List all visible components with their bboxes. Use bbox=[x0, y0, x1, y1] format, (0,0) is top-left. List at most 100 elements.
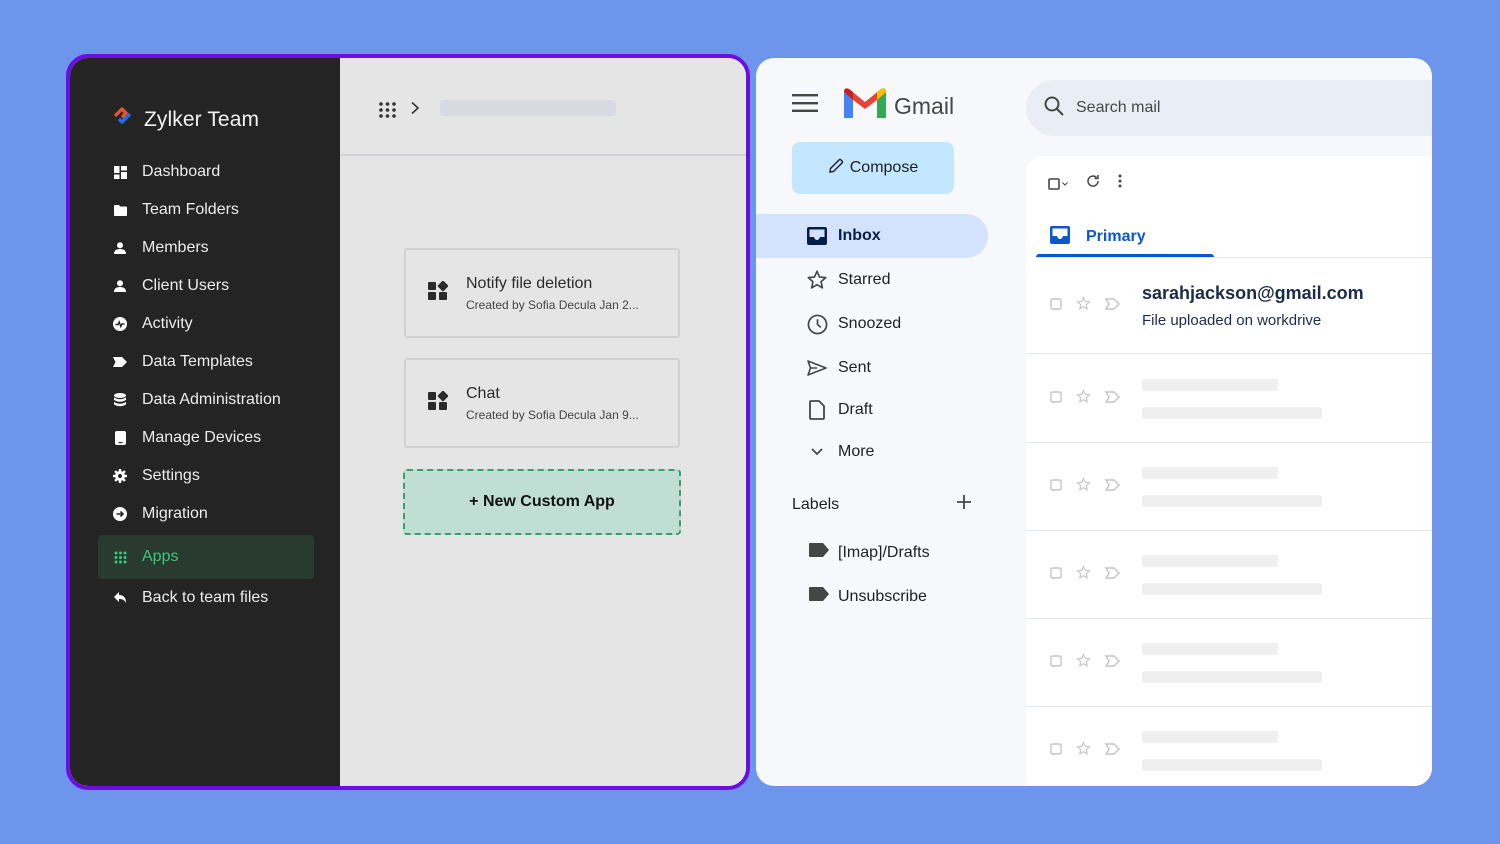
row-checkbox[interactable] bbox=[1050, 566, 1062, 584]
device-icon bbox=[112, 430, 128, 446]
zylker-logo-icon bbox=[112, 106, 134, 133]
star-icon[interactable] bbox=[1076, 652, 1091, 673]
sidebar-item-team-folders[interactable]: Team Folders bbox=[98, 191, 314, 229]
importance-icon[interactable] bbox=[1104, 478, 1120, 496]
app-card[interactable]: Notify file deletion Created by Sofia De… bbox=[404, 248, 680, 338]
person-icon bbox=[112, 240, 128, 256]
email-row-placeholder[interactable] bbox=[1026, 619, 1432, 707]
row-checkbox[interactable] bbox=[1050, 297, 1062, 315]
sidebar-item-back-to-team-files[interactable]: Back to team files bbox=[98, 579, 314, 617]
app-title: Chat bbox=[466, 384, 500, 402]
refresh-icon[interactable] bbox=[1086, 174, 1100, 193]
nav-label: Starred bbox=[838, 271, 891, 288]
draft-icon bbox=[806, 399, 828, 421]
nav-starred[interactable]: Starred bbox=[756, 258, 988, 302]
sidebar-item-label: Manage Devices bbox=[142, 429, 262, 446]
importance-icon[interactable] bbox=[1104, 742, 1120, 760]
placeholder-line bbox=[1142, 582, 1322, 595]
sidebar-item-migration[interactable]: Migration bbox=[98, 495, 314, 533]
sidebar-item-apps[interactable]: Apps bbox=[98, 535, 314, 579]
compose-button[interactable]: Compose bbox=[792, 142, 954, 194]
select-all-checkbox[interactable] bbox=[1048, 177, 1068, 190]
placeholder-line bbox=[1142, 494, 1322, 507]
star-icon bbox=[806, 269, 828, 291]
search-icon[interactable] bbox=[1044, 96, 1064, 121]
gmail-window: Gmail Compose Inbox Starred Snoozed Sent… bbox=[756, 58, 1432, 786]
nav-more[interactable]: More bbox=[756, 430, 988, 474]
more-vert-icon[interactable] bbox=[1118, 174, 1122, 193]
row-checkbox[interactable] bbox=[1050, 478, 1062, 496]
importance-icon[interactable] bbox=[1104, 566, 1120, 584]
tab-primary[interactable]: Primary bbox=[1036, 216, 1214, 258]
sidebar-item-data-administration[interactable]: Data Administration bbox=[98, 381, 314, 419]
activity-icon bbox=[112, 316, 128, 332]
sidebar-item-members[interactable]: Members bbox=[98, 229, 314, 267]
search-input[interactable] bbox=[1076, 99, 1376, 117]
label-item[interactable]: [Imap]/Drafts bbox=[808, 542, 930, 563]
nav-inbox[interactable]: Inbox bbox=[756, 214, 988, 258]
gear-icon bbox=[112, 468, 128, 484]
workdrive-nav: Dashboard Team Folders Members Client Us… bbox=[98, 153, 314, 617]
app-subtitle: Created by Sofia Decula Jan 2... bbox=[466, 297, 639, 312]
sidebar-item-label: Settings bbox=[142, 467, 200, 484]
importance-icon[interactable] bbox=[1104, 654, 1120, 672]
importance-icon[interactable] bbox=[1104, 297, 1120, 315]
sidebar-item-dashboard[interactable]: Dashboard bbox=[98, 153, 314, 191]
row-checkbox[interactable] bbox=[1050, 390, 1062, 408]
placeholder-line bbox=[1142, 466, 1278, 479]
sidebar-item-label: Dashboard bbox=[142, 163, 221, 180]
placeholder-line bbox=[1142, 642, 1278, 655]
email-subject: File uploaded on workdrive bbox=[1142, 311, 1322, 329]
clock-icon bbox=[806, 313, 828, 335]
row-checkbox[interactable] bbox=[1050, 654, 1062, 672]
menu-icon[interactable] bbox=[792, 94, 818, 117]
placeholder-line bbox=[1142, 378, 1278, 391]
add-label-icon[interactable] bbox=[956, 494, 972, 515]
sidebar-item-data-templates[interactable]: Data Templates bbox=[98, 343, 314, 381]
star-icon[interactable] bbox=[1076, 564, 1091, 585]
nav-sent[interactable]: Sent bbox=[756, 346, 988, 390]
sidebar-item-manage-devices[interactable]: Manage Devices bbox=[98, 419, 314, 457]
nav-label: Snoozed bbox=[838, 315, 902, 332]
nav-label: More bbox=[838, 443, 875, 460]
sidebar-item-label: Migration bbox=[142, 505, 208, 522]
sidebar-item-client-users[interactable]: Client Users bbox=[98, 267, 314, 305]
star-icon[interactable] bbox=[1076, 388, 1091, 409]
app-card[interactable]: Chat Created by Sofia Decula Jan 9... bbox=[404, 358, 680, 448]
importance-icon[interactable] bbox=[1104, 390, 1120, 408]
label-tag-icon bbox=[808, 586, 830, 607]
placeholder-line bbox=[1142, 759, 1322, 771]
placeholder-line bbox=[1142, 406, 1322, 419]
gmail-logo[interactable]: Gmail bbox=[844, 88, 954, 125]
workdrive-topbar bbox=[340, 58, 746, 156]
new-custom-app-button[interactable]: + New Custom App bbox=[403, 469, 681, 535]
search-bar[interactable] bbox=[1026, 80, 1432, 136]
placeholder-line bbox=[1142, 731, 1278, 743]
brand-title: Zylker Team bbox=[144, 107, 260, 131]
sidebar-item-settings[interactable]: Settings bbox=[98, 457, 314, 495]
sidebar-item-label: Back to team files bbox=[142, 589, 269, 606]
gmail-logo-text: Gmail bbox=[894, 93, 955, 119]
label-item[interactable]: Unsubscribe bbox=[808, 586, 927, 607]
star-icon[interactable] bbox=[1076, 476, 1091, 497]
app-launcher-icon[interactable] bbox=[379, 102, 396, 123]
pencil-icon bbox=[828, 158, 844, 179]
nav-label: Inbox bbox=[838, 227, 881, 244]
star-icon[interactable] bbox=[1076, 741, 1091, 761]
row-checkbox[interactable] bbox=[1050, 742, 1062, 760]
nav-draft[interactable]: Draft bbox=[756, 390, 988, 430]
star-icon[interactable] bbox=[1076, 295, 1091, 316]
email-row-placeholder[interactable] bbox=[1026, 531, 1432, 619]
email-row-placeholder[interactable] bbox=[1026, 707, 1432, 786]
sidebar-item-activity[interactable]: Activity bbox=[98, 305, 314, 343]
workdrive-window: Zylker Team Dashboard Team Folders Membe… bbox=[66, 54, 750, 790]
nav-label: Sent bbox=[838, 359, 871, 376]
nav-snoozed[interactable]: Snoozed bbox=[756, 302, 988, 346]
app-title: Notify file deletion bbox=[466, 274, 593, 292]
gmail-m-icon bbox=[844, 88, 886, 125]
email-row[interactable]: sarahjackson@gmail.com File uploaded on … bbox=[1026, 258, 1432, 354]
email-row-placeholder[interactable] bbox=[1026, 443, 1432, 531]
gmail-nav: Inbox Starred Snoozed Sent Draft More bbox=[756, 214, 988, 474]
email-row-placeholder[interactable] bbox=[1026, 355, 1432, 443]
placeholder-line bbox=[1142, 554, 1278, 567]
